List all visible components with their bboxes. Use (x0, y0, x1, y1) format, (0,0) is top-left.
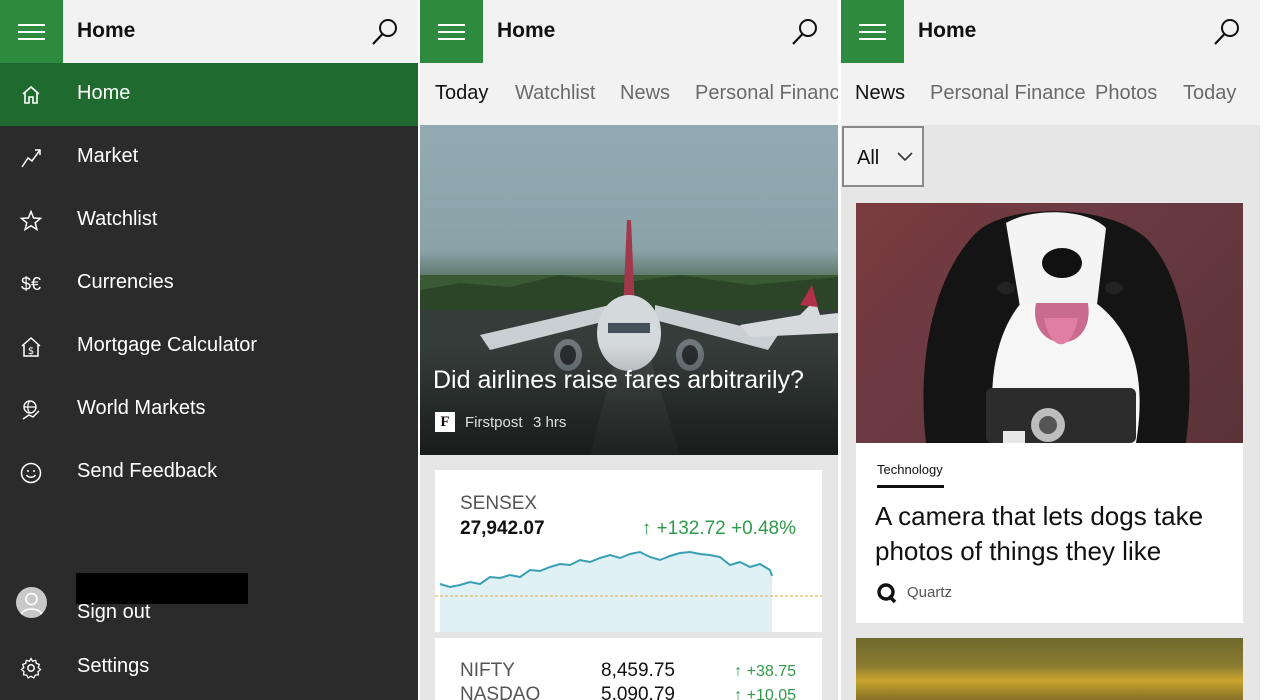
index-name: NASDAQ (460, 684, 541, 700)
index-name: NIFTY (460, 660, 515, 681)
hero-gradient (420, 345, 838, 455)
settings-button[interactable]: Settings (0, 636, 418, 699)
news-pane: Home News Personal Finance Photos Today … (841, 0, 1260, 700)
nav-item-mortgage-calculator[interactable]: $ Mortgage Calculator (0, 315, 418, 378)
today-pane: Home Today Watchlist News Personal Finan… (420, 0, 838, 700)
navigation-pane: Home Home Market Watchlist $€ Currencies… (0, 0, 418, 700)
nav-label: Home (77, 82, 131, 104)
nav-item-home[interactable]: Home (0, 63, 418, 126)
page-title: Home (497, 19, 556, 42)
index-value: 5,090.79 (601, 684, 675, 700)
index-change: ↑ +10.05 (734, 687, 796, 700)
svg-text:$: $ (28, 346, 34, 357)
category-underline (877, 485, 944, 488)
nav-item-send-feedback[interactable]: Send Feedback (0, 441, 418, 504)
nav-label: Send Feedback (77, 460, 218, 482)
dog-photo (856, 203, 1243, 443)
index-change: ↑ +38.75 (734, 663, 796, 680)
page-title: Home (77, 19, 136, 42)
tab-bar: Today Watchlist News Personal Finance (420, 63, 838, 125)
app-header: Home (420, 0, 838, 63)
source-name: Quartz (907, 584, 953, 601)
search-icon[interactable] (790, 17, 820, 47)
tab-personal-finance[interactable]: Personal Finance (930, 82, 1086, 105)
filter-dropdown[interactable]: All (842, 126, 924, 187)
tab-today[interactable]: Today (435, 82, 488, 105)
gear-icon (18, 656, 44, 680)
app-header: Home (841, 0, 1260, 63)
hero-headline[interactable]: Did airlines raise fares arbitrarily? (433, 366, 804, 395)
tab-personal-finance[interactable]: Personal Finance (695, 82, 838, 105)
nav-label: Watchlist (77, 208, 158, 230)
settings-label: Settings (77, 655, 150, 677)
news-card[interactable]: Technology A camera that lets dogs take … (856, 203, 1243, 623)
quartz-logo-icon (877, 583, 897, 604)
hero-story-card[interactable]: Did airlines raise fares arbitrarily? F … (420, 125, 838, 455)
app-header: Home (0, 0, 418, 63)
currency-icon: $€ (20, 274, 42, 294)
sparkline-chart (435, 550, 822, 632)
nav-label: Currencies (77, 271, 174, 293)
tab-photos[interactable]: Photos (1095, 82, 1157, 105)
mortgage-icon: $ (18, 335, 44, 359)
nav-item-currencies[interactable]: $€ Currencies (0, 252, 418, 315)
chevron-down-icon (897, 152, 913, 162)
sign-out-label: Sign out (77, 601, 151, 623)
nav-item-world-markets[interactable]: World Markets (0, 378, 418, 441)
index-value: 8,459.75 (601, 660, 675, 681)
index-value: 27,942.07 (460, 518, 545, 539)
firstpost-logo-icon: F (435, 412, 455, 432)
timestamp: 3 hrs (533, 414, 567, 431)
hamburger-menu-button[interactable] (841, 0, 904, 63)
category-label[interactable]: Technology (877, 462, 943, 477)
search-icon[interactable] (1212, 17, 1242, 47)
news-card-partial[interactable] (856, 638, 1243, 700)
hamburger-menu-button[interactable] (420, 0, 483, 63)
nav-item-watchlist[interactable]: Watchlist (0, 189, 418, 252)
index-name: SENSEX (460, 493, 538, 514)
market-list-card[interactable]: NIFTY 8,459.75 ↑ +38.75 NASDAQ 5,090.79 … (435, 638, 822, 700)
tab-watchlist[interactable]: Watchlist (515, 82, 595, 105)
tab-bar: News Personal Finance Photos Today (841, 63, 1260, 125)
home-icon (18, 83, 44, 107)
page-title: Home (918, 19, 977, 42)
source-name: Firstpost (465, 414, 523, 431)
globe-icon (18, 398, 44, 422)
index-change: ↑ +132.72 +0.48% (641, 518, 796, 539)
filter-value: All (857, 147, 880, 169)
news-headline[interactable]: A camera that lets dogs take photos of t… (875, 499, 1230, 569)
tab-today[interactable]: Today (1183, 82, 1236, 105)
nav-item-market[interactable]: Market (0, 126, 418, 189)
nav-label: Market (77, 145, 139, 167)
tab-news[interactable]: News (855, 82, 905, 105)
tab-news[interactable]: News (620, 82, 670, 105)
hamburger-menu-button[interactable] (0, 0, 63, 63)
trend-icon (18, 146, 44, 170)
smiley-icon (18, 461, 44, 485)
sign-out-button[interactable]: Sign out (0, 583, 418, 638)
nav-label: World Markets (77, 397, 206, 419)
star-icon (18, 209, 44, 233)
nav-label: Mortgage Calculator (77, 334, 258, 356)
sensex-card[interactable]: SENSEX 27,942.07 ↑ +132.72 +0.48% (435, 470, 822, 632)
search-icon[interactable] (370, 17, 400, 47)
